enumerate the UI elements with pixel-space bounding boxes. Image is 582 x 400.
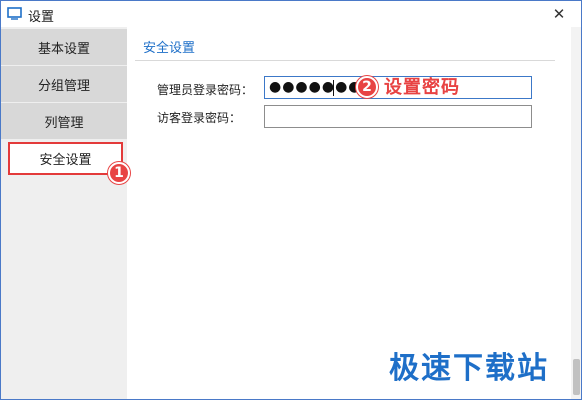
watermark-logo: 极速下载站 [389,351,549,386]
vertical-scrollbar[interactable] [571,27,581,399]
sidebar-item-basic-settings[interactable]: 基本设置 [1,29,127,65]
settings-sidebar: 基本设置 分组管理 列管理 安全设置 [1,27,127,399]
section-divider [135,60,555,61]
text-caret [333,80,334,96]
guest-password-label: 访客登录密码： [157,111,242,125]
settings-window: 设置 ✕ 基本设置 分组管理 列管理 安全设置 安全设置 管理员登录密码： ●●… [0,0,582,400]
scrollbar-thumb[interactable] [573,359,580,395]
section-title: 安全设置 [143,41,196,56]
sidebar-item-column-management[interactable]: 列管理 [1,103,127,139]
sidebar-item-label: 分组管理 [37,78,90,94]
title-bar: 设置 ✕ [1,1,581,27]
close-icon: ✕ [552,5,566,23]
step-badge-1: 1 [108,162,130,184]
window-app-icon [7,7,22,20]
sidebar-item-label: 基本设置 [37,41,90,57]
sidebar-item-label: 列管理 [44,115,84,131]
window-title: 设置 [28,10,55,25]
step-badge-2: 2 [356,76,378,98]
sidebar-item-label: 安全设置 [39,153,92,168]
admin-password-label: 管理员登录密码： [157,83,254,97]
annotation-set-password: 设置密码 [384,77,460,98]
sidebar-item-group-management[interactable]: 分组管理 [1,66,127,102]
guest-password-field[interactable] [264,105,532,128]
close-button[interactable]: ✕ [537,1,581,27]
sidebar-item-security-settings[interactable]: 安全设置 [8,142,123,175]
